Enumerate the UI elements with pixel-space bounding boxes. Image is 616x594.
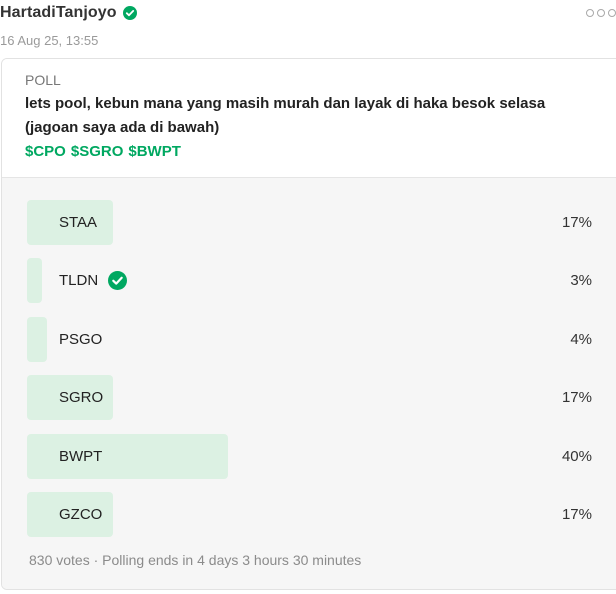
poll-option-bar (27, 317, 48, 362)
poll-option-percent: 17% (561, 389, 592, 406)
poll-option-bar (27, 434, 229, 479)
post-timestamp[interactable]: 16 Aug 25, 13:55 (0, 33, 98, 48)
poll-option-label: STAA (59, 214, 98, 231)
more-dots-icon (586, 9, 594, 17)
poll-option-percent: 40% (561, 448, 592, 465)
poll-option-label: PSGO (59, 331, 103, 348)
author-row: HartadiTanjoyo (0, 4, 137, 22)
ticker-tag[interactable]: $SGRO (71, 143, 124, 160)
poll-tags: $CPO $SGRO $BWPT (25, 143, 181, 160)
poll-footer: 830 votes · Polling ends in 4 days 3 hou… (29, 552, 362, 568)
poll-option[interactable]: TLDN 3% (27, 258, 592, 303)
more-dots-icon (597, 9, 605, 17)
poll-option[interactable]: GZCO 17% (27, 492, 592, 537)
check-circle-icon (108, 271, 128, 290)
more-options-button[interactable] (586, 6, 616, 20)
poll-option-label: BWPT (59, 448, 103, 465)
ticker-tag[interactable]: $CPO (25, 143, 66, 160)
poll-option-percent: 3% (570, 272, 592, 289)
author-name[interactable]: HartadiTanjoyo (0, 4, 117, 22)
poll-option[interactable]: STAA 17% (27, 200, 592, 245)
verified-check-icon (122, 6, 137, 20)
poll-option-label: TLDN (59, 272, 99, 289)
more-dots-icon (608, 9, 616, 17)
poll-label: POLL (25, 72, 61, 88)
poll-option[interactable]: BWPT 40% (27, 434, 592, 479)
poll-question: lets pool, kebun mana yang masih murah d… (25, 95, 546, 136)
poll-option-bar (27, 258, 43, 303)
poll-option-label: GZCO (59, 506, 103, 523)
poll-option-percent: 17% (561, 506, 592, 523)
poll-options: STAA 17% TLDN 3% PSGO 4% SGRO 17% BWPT 4… (2, 178, 616, 589)
poll-card: POLL lets pool, kebun mana yang masih mu… (1, 58, 616, 590)
post-header: HartadiTanjoyo 16 Aug 25, 13:55 (0, 0, 616, 56)
poll-option-label: SGRO (59, 389, 104, 406)
poll-option[interactable]: PSGO 4% (27, 317, 592, 362)
poll-option-percent: 4% (570, 331, 592, 348)
poll-option-percent: 17% (561, 214, 592, 231)
poll-header: POLL lets pool, kebun mana yang masih mu… (2, 59, 616, 178)
poll-option[interactable]: SGRO 17% (27, 375, 592, 420)
ticker-tag[interactable]: $BWPT (128, 143, 181, 160)
